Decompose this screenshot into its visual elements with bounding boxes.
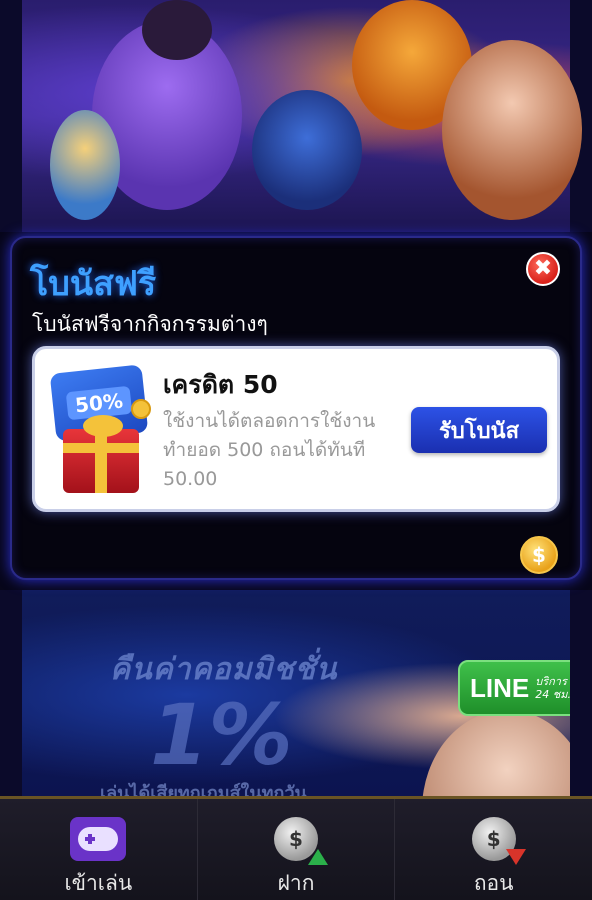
nav-withdraw-icon-box: $ (466, 817, 526, 865)
commission-promo-banner[interactable]: คืนค่าคอมมิชชั่น 1% เล่นได้เสียทุกเกมส์ใ… (0, 590, 592, 800)
nav-play-icon-box (70, 817, 127, 861)
bonus-name: เครดิต 50 (163, 370, 278, 399)
line-hours-label: 24 ชม. (535, 688, 571, 701)
free-bonus-modal: โบนัสฟรี โบนัสฟรีจากกิจกรรมต่างๆ ✖ 50% เ… (10, 236, 582, 580)
nav-label-deposit: ฝาก (277, 871, 315, 895)
line-logo: LINE (470, 672, 530, 703)
withdraw-coin-icon: $ (471, 817, 526, 865)
nav-deposit-icon-box: $ (268, 817, 328, 865)
arrow-up-icon (308, 849, 328, 865)
game-characters-banner (0, 0, 592, 232)
promo-model-image (422, 710, 570, 800)
deposit-coin-symbol: $ (289, 827, 303, 851)
giftbox-icon (63, 429, 139, 493)
gamepad-icon (78, 827, 119, 851)
gift-ticket-icon: 50% (45, 359, 155, 499)
nav-label-withdraw: ถอน (473, 871, 514, 895)
modal-title: โบนัสฟรี (30, 264, 157, 304)
commission-percent: 1% (150, 686, 293, 784)
modal-subtitle: โบนัสฟรีจากกิจกรรมต่างๆ (32, 312, 268, 336)
nav-item-play[interactable]: เข้าเล่น (0, 799, 198, 900)
boy-character-image (50, 110, 120, 220)
deposit-coin-icon: $ (274, 817, 328, 865)
arrow-down-icon (505, 849, 526, 865)
close-icon[interactable]: ✖ (526, 252, 560, 286)
line-service-label: บริการ (535, 675, 567, 688)
dollar-coin-icon: $ (520, 536, 558, 574)
bottom-navigation: เข้าเล่น $ ฝาก $ ถอน (0, 796, 592, 900)
bonus-card: 50% เครดิต 50 ใช้งานได้ตลอดการใช้งาน ทำย… (32, 346, 560, 512)
bonus-description: ใช้งานได้ตลอดการใช้งาน ทำยอด 500 ถอนได้ท… (163, 410, 376, 490)
line-contact-badge[interactable]: LINE บริการ 24 ชม. (458, 660, 571, 716)
gift-bow-icon (83, 415, 123, 437)
wizard-character-image (252, 90, 362, 210)
small-coin-icon (131, 399, 151, 419)
nav-item-withdraw[interactable]: $ ถอน (395, 799, 592, 900)
line-service-hours: บริการ 24 ชม. (535, 675, 571, 701)
withdraw-coin-symbol: $ (486, 827, 501, 851)
nav-label-play: เข้าเล่น (64, 871, 133, 895)
nav-item-deposit[interactable]: $ ฝาก (198, 799, 396, 900)
claim-bonus-button[interactable]: รับโบนัส (411, 407, 547, 453)
girl-character-image (442, 40, 582, 220)
genie-head-image (142, 0, 212, 60)
